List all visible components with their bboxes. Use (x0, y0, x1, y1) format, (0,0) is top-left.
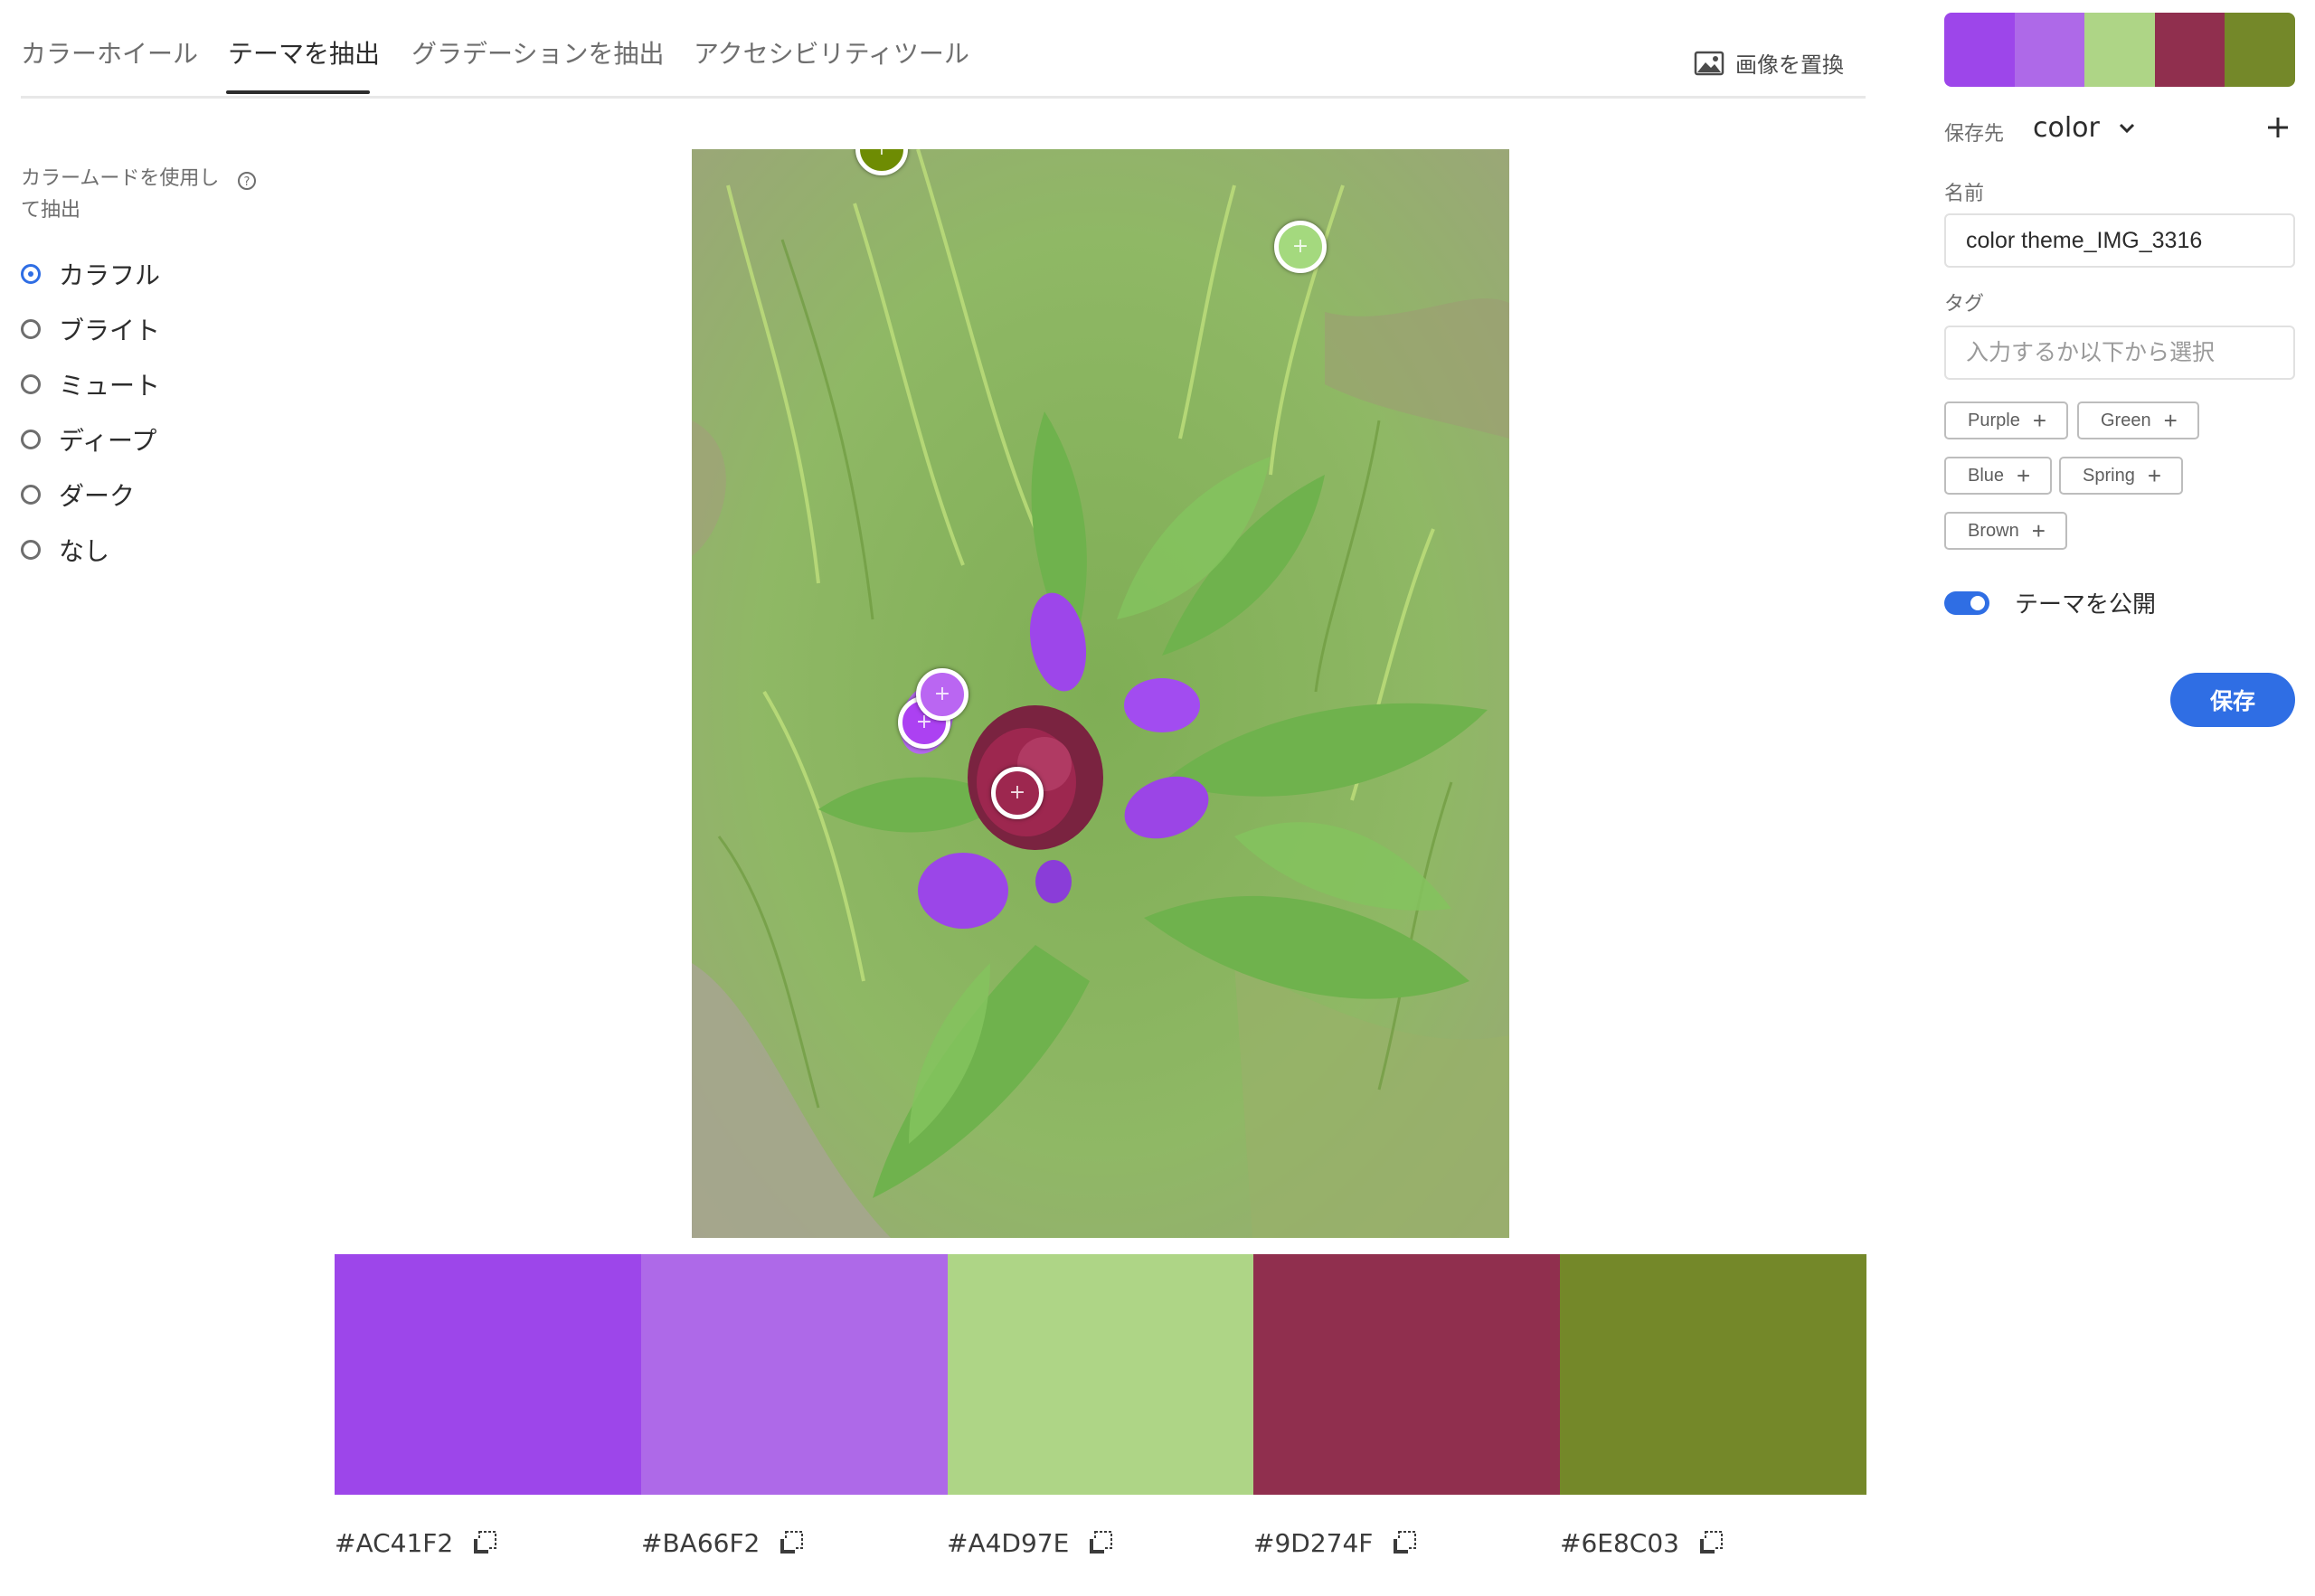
mood-option-none[interactable]: なし (21, 532, 109, 568)
theme-name-input[interactable] (1944, 213, 2295, 268)
name-label: 名前 (1944, 183, 1985, 205)
replace-image-button[interactable]: 画像を置換 (1694, 47, 1844, 79)
hex-code: #6E8C03 (1560, 1528, 1679, 1558)
tag-chip-spring[interactable]: Spring + (2059, 457, 2183, 495)
tag-chip-blue[interactable]: Blue + (1944, 457, 2053, 495)
svg-text:?: ? (244, 175, 250, 189)
color-swatch-3[interactable] (947, 1254, 1254, 1495)
preview-swatch (2014, 13, 2085, 87)
mood-option-bright[interactable]: ブライト (21, 311, 160, 347)
mood-option-label: ミュート (59, 371, 161, 401)
radio[interactable] (21, 319, 41, 339)
image-icon (1694, 51, 1724, 75)
radio[interactable] (21, 540, 41, 560)
tab-color-wheel[interactable]: カラーホイール (21, 34, 198, 71)
plus-icon: + (2032, 407, 2046, 434)
source-photo: + + + + + (692, 149, 1509, 1238)
color-picker-handle[interactable]: + (1274, 221, 1327, 273)
preview-swatch (1944, 13, 2015, 87)
copy-icon[interactable] (778, 1530, 805, 1557)
publish-toggle[interactable] (1944, 590, 1989, 615)
color-picker-handle[interactable]: + (991, 767, 1044, 819)
preview-swatch (2084, 13, 2155, 87)
tag-chip-label: Green (2101, 410, 2151, 430)
save-to-label: 保存先 (1944, 123, 2005, 146)
theme-swatch-strip (335, 1254, 1866, 1495)
save-button[interactable]: 保存 (2170, 673, 2295, 727)
hex-code-item: #BA66F2 (641, 1528, 805, 1558)
mood-option-muted[interactable]: ミュート (21, 366, 160, 402)
mood-option-colorful[interactable]: カラフル (21, 256, 160, 292)
publish-theme-row: テーマを公開 (1944, 586, 2156, 619)
tag-chip-label: Brown (1968, 520, 2019, 541)
hex-code-row: #AC41F2 #BA66F2 #A4D97E #9D274F #6E8C03 (335, 1528, 1866, 1564)
tag-chip-brown[interactable]: Brown + (1944, 512, 2067, 550)
flower-photo-illustration (692, 149, 1509, 1238)
tab-extract-gradient[interactable]: グラデーションを抽出 (411, 34, 664, 71)
tag-chip-label: Spring (2083, 465, 2135, 486)
active-tab-indicator (226, 90, 370, 94)
radio[interactable] (21, 430, 41, 449)
hex-code: #A4D97E (947, 1528, 1070, 1558)
tab-accessibility-tools[interactable]: アクセシビリティツール (694, 34, 969, 71)
copy-icon[interactable] (471, 1530, 498, 1557)
theme-preview-strip (1944, 13, 2295, 87)
tag-input[interactable] (1944, 326, 2295, 380)
publish-label: テーマを公開 (2015, 591, 2157, 619)
color-mood-label: カラームードを使用して抽出 (21, 167, 220, 222)
hex-code: #9D274F (1253, 1528, 1374, 1558)
color-swatch-2[interactable] (640, 1254, 948, 1495)
tab-extract-theme[interactable]: テーマを抽出 (228, 34, 380, 71)
replace-image-label: 画像を置換 (1735, 52, 1844, 78)
mood-option-label: カラフル (59, 260, 161, 290)
help-icon[interactable]: ? (237, 171, 257, 191)
hex-code-item: #6E8C03 (1560, 1528, 1724, 1558)
plus-icon: + (2031, 517, 2046, 544)
color-swatch-5[interactable] (1560, 1254, 1866, 1495)
tag-chip-label: Purple (1968, 410, 2020, 430)
color-swatch-1[interactable] (335, 1254, 641, 1495)
tag-label: タグ (1944, 293, 1985, 316)
plus-icon[interactable] (2266, 116, 2290, 139)
color-swatch-4[interactable] (1253, 1254, 1561, 1495)
plus-icon: + (2163, 407, 2178, 434)
color-picker-handle[interactable]: + (916, 668, 969, 721)
copy-icon[interactable] (1391, 1530, 1418, 1557)
chevron-down-icon (2119, 123, 2134, 133)
tag-chip-purple[interactable]: Purple + (1944, 401, 2068, 439)
mood-option-label: ブライト (59, 316, 161, 345)
plus-icon: + (2147, 462, 2161, 489)
plus-icon: + (2017, 462, 2031, 489)
tag-chip-label: Blue (1968, 465, 2005, 486)
copy-icon[interactable] (1697, 1530, 1724, 1557)
preview-swatch (2154, 13, 2225, 87)
mood-option-deep[interactable]: ディープ (21, 421, 156, 458)
copy-icon[interactable] (1087, 1530, 1114, 1557)
hex-code: #BA66F2 (641, 1528, 761, 1558)
radio-selected[interactable] (21, 264, 41, 284)
tab-bar: カラーホイール テーマを抽出 グラデーションを抽出 アクセシビリティツール 画像… (21, 18, 1866, 99)
mood-option-label: ディープ (59, 426, 157, 456)
hex-code-item: #A4D97E (947, 1528, 1114, 1558)
library-dropdown[interactable]: color (2033, 112, 2136, 144)
radio[interactable] (21, 374, 41, 394)
mood-option-label: なし (59, 536, 110, 566)
hex-code: #AC41F2 (335, 1528, 454, 1558)
radio[interactable] (21, 485, 41, 505)
hex-code-item: #AC41F2 (335, 1528, 498, 1558)
mood-option-dark[interactable]: ダーク (21, 477, 135, 513)
library-name: color (2033, 112, 2100, 144)
hex-code-item: #9D274F (1253, 1528, 1418, 1558)
mood-option-label: ダーク (59, 481, 136, 511)
preview-swatch (2225, 13, 2295, 87)
tag-chip-green[interactable]: Green + (2077, 401, 2199, 439)
